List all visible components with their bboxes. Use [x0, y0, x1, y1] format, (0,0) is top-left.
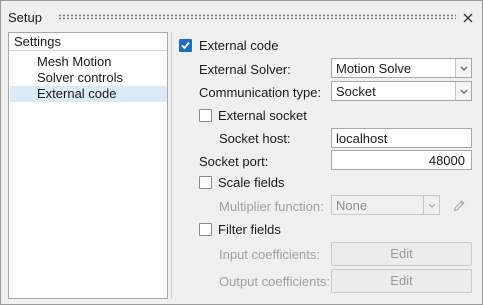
communication-type-value: Socket	[336, 84, 376, 99]
communication-type-select[interactable]: Socket	[331, 81, 472, 101]
multiplier-function-label: Multiplier function:	[219, 199, 324, 214]
chevron-down-icon	[460, 89, 468, 94]
external-socket-label: External socket	[218, 108, 307, 123]
external-code-label: External code	[199, 38, 279, 53]
communication-type-label: Communication type:	[199, 85, 322, 100]
communication-type-dropdown-button[interactable]	[455, 82, 471, 100]
multiplier-function-dropdown-button[interactable]	[423, 196, 439, 214]
external-solver-dropdown-button[interactable]	[455, 59, 471, 77]
scale-fields-label: Scale fields	[218, 175, 285, 190]
checkmark-icon	[181, 41, 190, 50]
title-bar[interactable]: Setup	[1, 1, 482, 29]
filter-fields-checkbox[interactable]	[199, 223, 212, 236]
input-coefficients-edit-button[interactable]: Edit	[331, 242, 472, 266]
chevron-down-icon	[428, 203, 436, 208]
close-button[interactable]	[460, 10, 476, 26]
multiplier-function-value: None	[336, 198, 368, 213]
tree-item-external-code[interactable]: External code	[10, 86, 167, 102]
socket-host-value: localhost	[336, 131, 388, 146]
socket-port-input[interactable]: 48000	[331, 150, 472, 170]
external-solver-label: External Solver:	[199, 62, 291, 77]
socket-port-value: 48000	[428, 153, 465, 168]
socket-host-input[interactable]: localhost	[331, 128, 472, 148]
settings-tree: Settings Mesh Motion Solver controls Ext…	[8, 32, 168, 299]
socket-port-label: Socket port:	[199, 154, 269, 169]
tree-item-mesh-motion[interactable]: Mesh Motion	[10, 54, 167, 70]
window-title: Setup	[8, 10, 42, 25]
output-coefficients-label: Output coefficients:	[219, 274, 331, 289]
multiplier-function-select[interactable]: None	[331, 195, 440, 215]
chevron-down-icon	[460, 66, 468, 71]
panel-splitter[interactable]	[171, 32, 172, 299]
tree-header: Settings	[9, 33, 167, 51]
output-coefficients-edit-button[interactable]: Edit	[331, 269, 472, 293]
tree-item-solver-controls[interactable]: Solver controls	[10, 70, 167, 86]
external-socket-checkbox[interactable]	[199, 109, 212, 122]
filter-fields-label: Filter fields	[218, 222, 281, 237]
edit-multiplier-button[interactable]	[452, 199, 466, 213]
scale-fields-checkbox[interactable]	[199, 176, 212, 189]
external-code-checkbox[interactable]	[179, 39, 192, 52]
close-icon	[463, 13, 473, 23]
input-coefficients-label: Input coefficients:	[219, 247, 320, 262]
external-solver-value: Motion Solve	[336, 61, 412, 76]
socket-host-label: Socket host:	[219, 131, 291, 146]
setup-dialog: Setup Settings Mesh Motion Solver contro…	[0, 0, 483, 305]
pencil-icon	[453, 200, 465, 212]
external-solver-select[interactable]: Motion Solve	[331, 58, 472, 78]
drag-handle[interactable]	[58, 14, 456, 20]
